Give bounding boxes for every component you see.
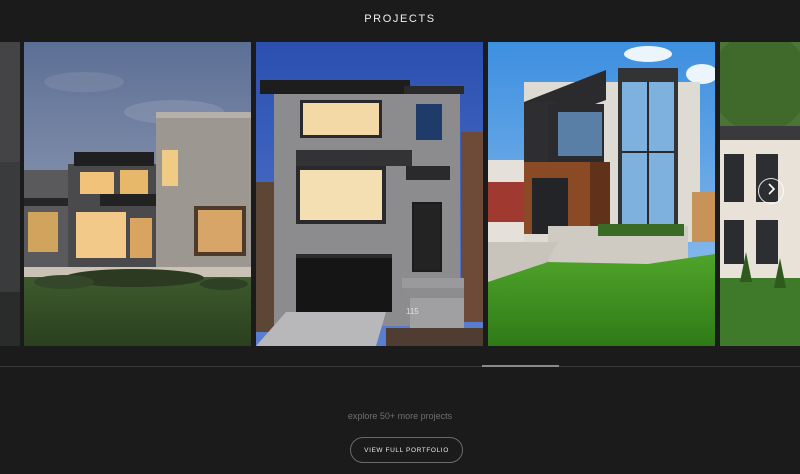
carousel-scrollbar-track[interactable] — [0, 366, 800, 367]
carousel-next-button[interactable] — [758, 178, 784, 204]
carousel-slide-partial-left[interactable] — [0, 42, 20, 346]
slide-image — [24, 42, 251, 346]
svg-text:115: 115 — [406, 307, 419, 316]
project-carousel[interactable]: 115 — [0, 42, 800, 346]
page-title: PROJECTS — [364, 13, 436, 25]
chevron-right-icon — [766, 182, 776, 200]
slide-image — [488, 42, 715, 346]
project-slide-1[interactable] — [24, 42, 251, 346]
slide-image — [0, 42, 20, 346]
project-slide-2[interactable]: 115 — [256, 42, 483, 346]
slide-image: 115 — [256, 42, 483, 346]
project-slide-3[interactable] — [488, 42, 715, 346]
portfolio-button-label: VIEW FULL PORTFOLIO — [364, 446, 449, 454]
explore-more-text: explore 50+ more projects — [347, 411, 453, 421]
view-full-portfolio-button[interactable]: VIEW FULL PORTFOLIO — [350, 437, 463, 463]
carousel-scrollbar-thumb[interactable] — [482, 365, 559, 367]
